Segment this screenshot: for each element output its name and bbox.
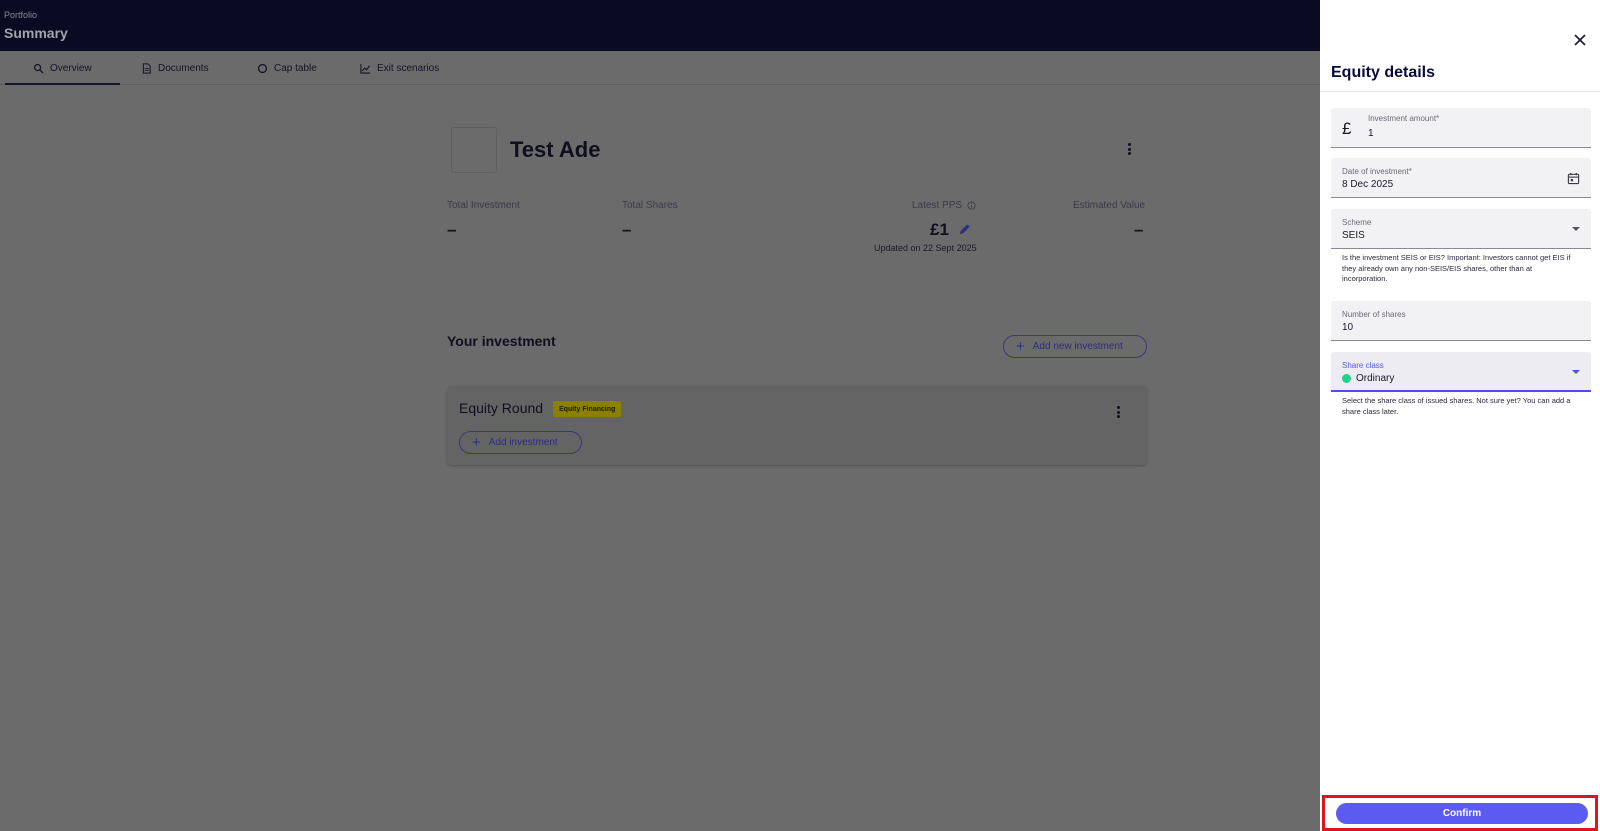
currency-symbol: £ — [1342, 119, 1352, 138]
breadcrumb[interactable]: Portfolio — [4, 10, 37, 20]
tab-documents-label: Documents — [158, 62, 209, 74]
tab-exit-scenarios-label: Exit scenarios — [377, 62, 440, 74]
number-of-shares-field[interactable]: Number of shares 10 — [1331, 301, 1591, 341]
tab-cap-table[interactable]: Cap table — [257, 51, 317, 85]
confirm-button[interactable]: Confirm — [1336, 803, 1588, 824]
scheme-label: Scheme — [1342, 218, 1372, 227]
pie-chart-icon — [257, 63, 268, 73]
calendar-icon[interactable] — [1567, 172, 1580, 185]
estimated-value-value: – — [1134, 220, 1144, 239]
search-icon — [33, 63, 44, 74]
plus-icon: + — [1016, 338, 1025, 355]
add-investment-label: Add investment — [488, 437, 558, 448]
investment-amount-label: Investment amount* — [1368, 114, 1440, 123]
tab-overview[interactable]: Overview — [5, 51, 120, 85]
drawer-title: Equity details — [1331, 64, 1436, 81]
tab-overview-label: Overview — [50, 62, 92, 74]
confirm-highlight: Confirm — [1322, 795, 1598, 831]
latest-pps-updated: Updated on 22 Sept 2025 — [874, 243, 977, 253]
number-of-shares-label: Number of shares — [1342, 310, 1406, 319]
close-icon[interactable] — [1573, 33, 1587, 47]
share-class-value: Ordinary — [1356, 373, 1395, 384]
add-new-investment-label: Add new investment — [1032, 341, 1123, 352]
chevron-down-icon[interactable] — [1572, 370, 1580, 374]
investment-amount-field[interactable]: £ Investment amount* 1 — [1331, 108, 1591, 148]
info-icon[interactable] — [967, 201, 976, 210]
add-new-investment-button[interactable]: + Add new investment — [1003, 335, 1147, 358]
share-class-color-dot — [1342, 373, 1351, 383]
round-more-menu-icon[interactable] — [1113, 406, 1123, 418]
share-class-label: Share class — [1342, 361, 1384, 370]
investment-amount-value[interactable]: 1 — [1368, 128, 1374, 139]
date-of-investment-field[interactable]: Date of investment* 8 Dec 2025 — [1331, 158, 1591, 198]
equity-round-card: Equity Round Equity Financing + Add inve… — [447, 386, 1147, 465]
round-title: Equity Round — [459, 400, 544, 416]
plus-icon: + — [472, 434, 481, 451]
latest-pps-label-wrap: Latest PPS — [912, 200, 976, 211]
add-investment-button[interactable]: + Add investment — [459, 431, 582, 454]
tab-exit-scenarios[interactable]: Exit scenarios — [360, 51, 439, 85]
total-shares-label: Total Shares — [622, 200, 678, 211]
chevron-down-icon[interactable] — [1572, 227, 1580, 231]
total-investment-label: Total Investment — [447, 200, 520, 211]
edit-pencil-icon[interactable] — [957, 222, 972, 237]
your-investment-heading: Your investment — [447, 333, 556, 349]
share-class-value-wrap: Ordinary — [1342, 373, 1394, 384]
estimated-value-label: Estimated Value — [1073, 200, 1146, 211]
company-name: Test Ade — [510, 137, 601, 162]
date-of-investment-label: Date of investment* — [1342, 167, 1412, 176]
scheme-select[interactable]: Scheme SEIS — [1331, 209, 1591, 249]
page-title: Summary — [4, 25, 68, 41]
company-more-menu-icon[interactable] — [1124, 143, 1134, 155]
share-class-select[interactable]: Share class Ordinary — [1331, 352, 1591, 392]
tab-bar: Overview Documents Cap table Exit scenar… — [0, 51, 1320, 85]
round-type-badge: Equity Financing — [553, 401, 622, 417]
document-icon — [142, 62, 151, 74]
latest-pps-label: Latest PPS — [912, 200, 963, 211]
latest-pps-value: £1 — [930, 220, 949, 239]
top-header: Portfolio Summary — [0, 0, 1320, 51]
share-class-helper-text: Select the share class of issued shares.… — [1342, 396, 1571, 416]
total-shares-value: – — [622, 220, 632, 239]
company-logo — [451, 127, 497, 173]
tab-cap-table-label: Cap table — [274, 62, 317, 74]
number-of-shares-value[interactable]: 10 — [1342, 322, 1353, 333]
tab-documents[interactable]: Documents — [141, 51, 209, 85]
scheme-value: SEIS — [1342, 230, 1365, 241]
total-investment-value: – — [447, 220, 457, 239]
scheme-helper-text: Is the investment SEIS or EIS? Important… — [1342, 253, 1571, 283]
drawer-divider — [1320, 91, 1600, 92]
line-chart-icon — [360, 63, 371, 74]
date-of-investment-value[interactable]: 8 Dec 2025 — [1342, 179, 1393, 190]
equity-details-drawer: Equity details £ Investment amount* 1 Da… — [1320, 0, 1600, 831]
